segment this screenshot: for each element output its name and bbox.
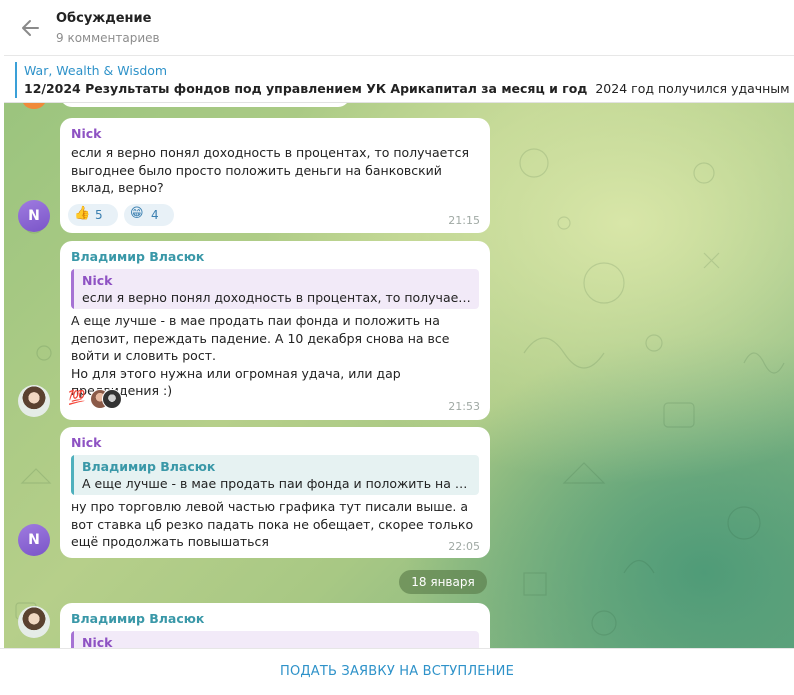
reply-text: если я верно понял доходность в процента… [82, 290, 473, 305]
message-time: 21:53 [448, 400, 480, 413]
pinned-post-text: 12/2024 Результаты фондов под управление… [24, 81, 794, 96]
avatar [102, 389, 122, 409]
join-request-button[interactable]: ПОДАТЬ ЗАЯВКУ НА ВСТУПЛЕНИЕ [0, 649, 794, 695]
reaction-grin[interactable]: 😁 4 [124, 204, 174, 226]
message-time: 22:05 [448, 540, 480, 553]
message-text: А еще лучше - в мае продать паи фонда и … [71, 313, 450, 399]
reply-author: Владимир Власюк [82, 459, 216, 474]
pinned-channel-name: War, Wealth & Wisdom [24, 63, 168, 78]
left-edge [0, 0, 4, 694]
reply-bar [71, 269, 74, 309]
avatar[interactable]: N [18, 524, 50, 556]
date-separator: 18 января [399, 570, 487, 594]
message-author[interactable]: Nick [71, 435, 101, 450]
avatar[interactable] [18, 385, 50, 417]
reply-bar [71, 455, 74, 495]
reply-text: А еще лучше - в мае продать паи фонда и … [82, 476, 473, 491]
message-author[interactable]: Владимир Власюк [71, 249, 204, 264]
reaction-count: 4 [151, 208, 159, 222]
message-bubble[interactable]: Владимир Власюк Nick если я верно понял … [60, 241, 490, 420]
reply-quote[interactable]: Nick если я верно понял доходность в про… [71, 269, 479, 309]
hundred-icon: 💯 [68, 390, 86, 406]
reply-quote[interactable]: Nick [71, 631, 479, 648]
chat-area[interactable]: Nick если я верно понял доходность в про… [4, 103, 794, 648]
reply-author: Nick [82, 635, 113, 648]
message-text: если я верно понял доходность в процента… [71, 145, 469, 196]
pinned-bar [15, 62, 17, 98]
reply-author: Nick [82, 273, 113, 288]
message-author[interactable]: Владимир Власюк [71, 611, 204, 626]
pinned-post-preview: 2024 год получился удачным для пайщико [595, 81, 794, 96]
pinned-post[interactable]: War, Wealth & Wisdom 12/2024 Результаты … [0, 56, 794, 103]
grin-icon: 😁 [130, 206, 144, 221]
previous-message-bubble [60, 103, 350, 107]
message-text: ну про торговлю левой частью графика тут… [71, 499, 474, 550]
message-bubble[interactable]: Владимир Власюк Nick [60, 603, 490, 648]
arrow-left-icon[interactable] [20, 17, 42, 39]
message-bubble[interactable]: Nick Владимир Власюк А еще лучше - в мае… [60, 427, 490, 558]
pinned-post-title: 12/2024 Результаты фондов под управление… [24, 81, 588, 96]
avatar[interactable] [18, 606, 50, 638]
header: Обсуждение 9 комментариев [0, 0, 794, 56]
reply-quote[interactable]: Владимир Власюк А еще лучше - в мае прод… [71, 455, 479, 495]
message-author[interactable]: Nick [71, 126, 101, 141]
page-title: Обсуждение [56, 11, 152, 26]
message-time: 21:15 [448, 214, 480, 227]
message-bubble[interactable]: Nick если я верно понял доходность в про… [60, 118, 490, 233]
reply-bar [71, 631, 74, 648]
reaction-hundred[interactable]: 💯 [68, 388, 124, 410]
comments-count: 9 комментариев [56, 31, 160, 45]
footer: ПОДАТЬ ЗАЯВКУ НА ВСТУПЛЕНИЕ [0, 648, 794, 695]
reaction-count: 5 [95, 208, 103, 222]
avatar[interactable]: N [18, 200, 50, 232]
thumbs-up-icon: 👍 [74, 206, 91, 221]
reaction-thumbs-up[interactable]: 👍 5 [68, 204, 118, 226]
